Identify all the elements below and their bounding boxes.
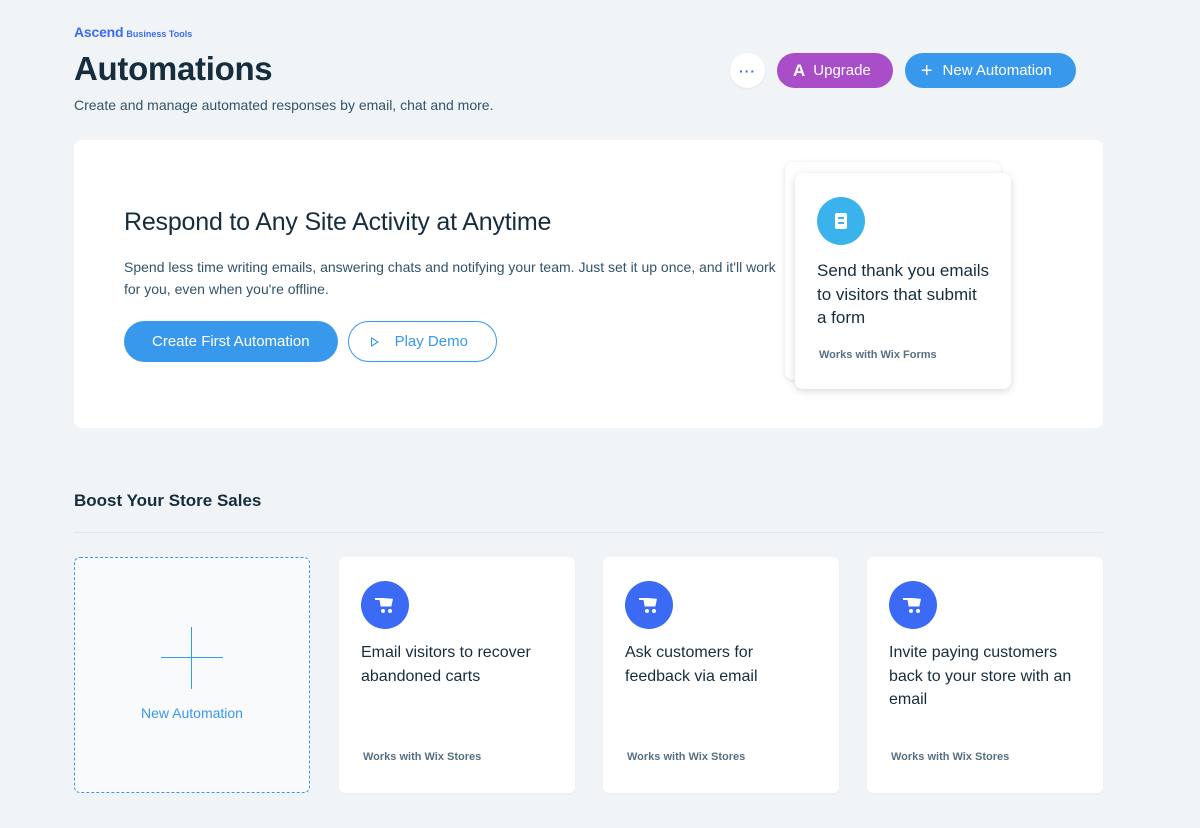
hero-banner: Respond to Any Site Activity at Anytime … — [74, 140, 1103, 428]
hero-template-card[interactable]: Send thank you emails to visitors that s… — [795, 173, 1011, 389]
template-card[interactable]: Email visitors to recover abandoned cart… — [339, 557, 575, 793]
plus-icon: + — [920, 59, 933, 82]
header-actions: ··· A Upgrade + New Automation — [730, 53, 1076, 88]
hero-description: Spend less time writing emails, answerin… — [124, 259, 776, 297]
form-icon — [817, 197, 865, 245]
ascend-logo-icon: A — [793, 60, 806, 80]
card-footer: Works with Wix Forms — [819, 349, 937, 361]
card-footer: Works with Wix Stores — [363, 751, 482, 763]
hero-title: Respond to Any Site Activity at Anytime — [124, 208, 552, 236]
play-icon — [370, 336, 379, 347]
play-demo-label: Play Demo — [394, 333, 468, 350]
new-automation-tile-label: New Automation — [141, 705, 243, 721]
brand-logo: Ascend Business Tools — [74, 24, 192, 40]
brand-name: Ascend — [74, 24, 124, 40]
card-footer: Works with Wix Stores — [891, 751, 1010, 763]
cart-icon — [889, 581, 937, 629]
plus-icon — [161, 627, 223, 689]
card-footer: Works with Wix Stores — [627, 751, 746, 763]
upgrade-label: Upgrade — [813, 62, 871, 79]
upgrade-button[interactable]: A Upgrade — [777, 53, 893, 88]
more-icon: ··· — [739, 62, 756, 79]
cart-icon — [625, 581, 673, 629]
section-divider — [74, 532, 1103, 533]
card-text: Send thank you emails to visitors that s… — [817, 261, 989, 327]
hero-actions: Create First Automation Play Demo — [124, 321, 497, 362]
card-text: Invite paying customers back to your sto… — [889, 644, 1072, 708]
new-automation-tile[interactable]: New Automation — [74, 557, 310, 793]
new-automation-label: New Automation — [942, 62, 1052, 79]
play-demo-button[interactable]: Play Demo — [347, 321, 497, 362]
section-title: Boost Your Store Sales — [74, 491, 262, 510]
brand-sub: Business Tools — [126, 29, 193, 39]
card-text: Email visitors to recover abandoned cart… — [361, 644, 531, 685]
template-card[interactable]: Invite paying customers back to your sto… — [867, 557, 1103, 793]
create-first-automation-button[interactable]: Create First Automation — [124, 321, 338, 362]
template-card[interactable]: Ask customers for feedback via email Wor… — [603, 557, 839, 793]
new-automation-button[interactable]: + New Automation — [904, 53, 1076, 88]
cart-icon — [361, 581, 409, 629]
card-text: Ask customers for feedback via email — [625, 644, 758, 685]
page-subtitle: Create and manage automated responses by… — [74, 97, 494, 113]
page-title: Automations — [74, 50, 273, 87]
more-actions-button[interactable]: ··· — [730, 53, 765, 88]
